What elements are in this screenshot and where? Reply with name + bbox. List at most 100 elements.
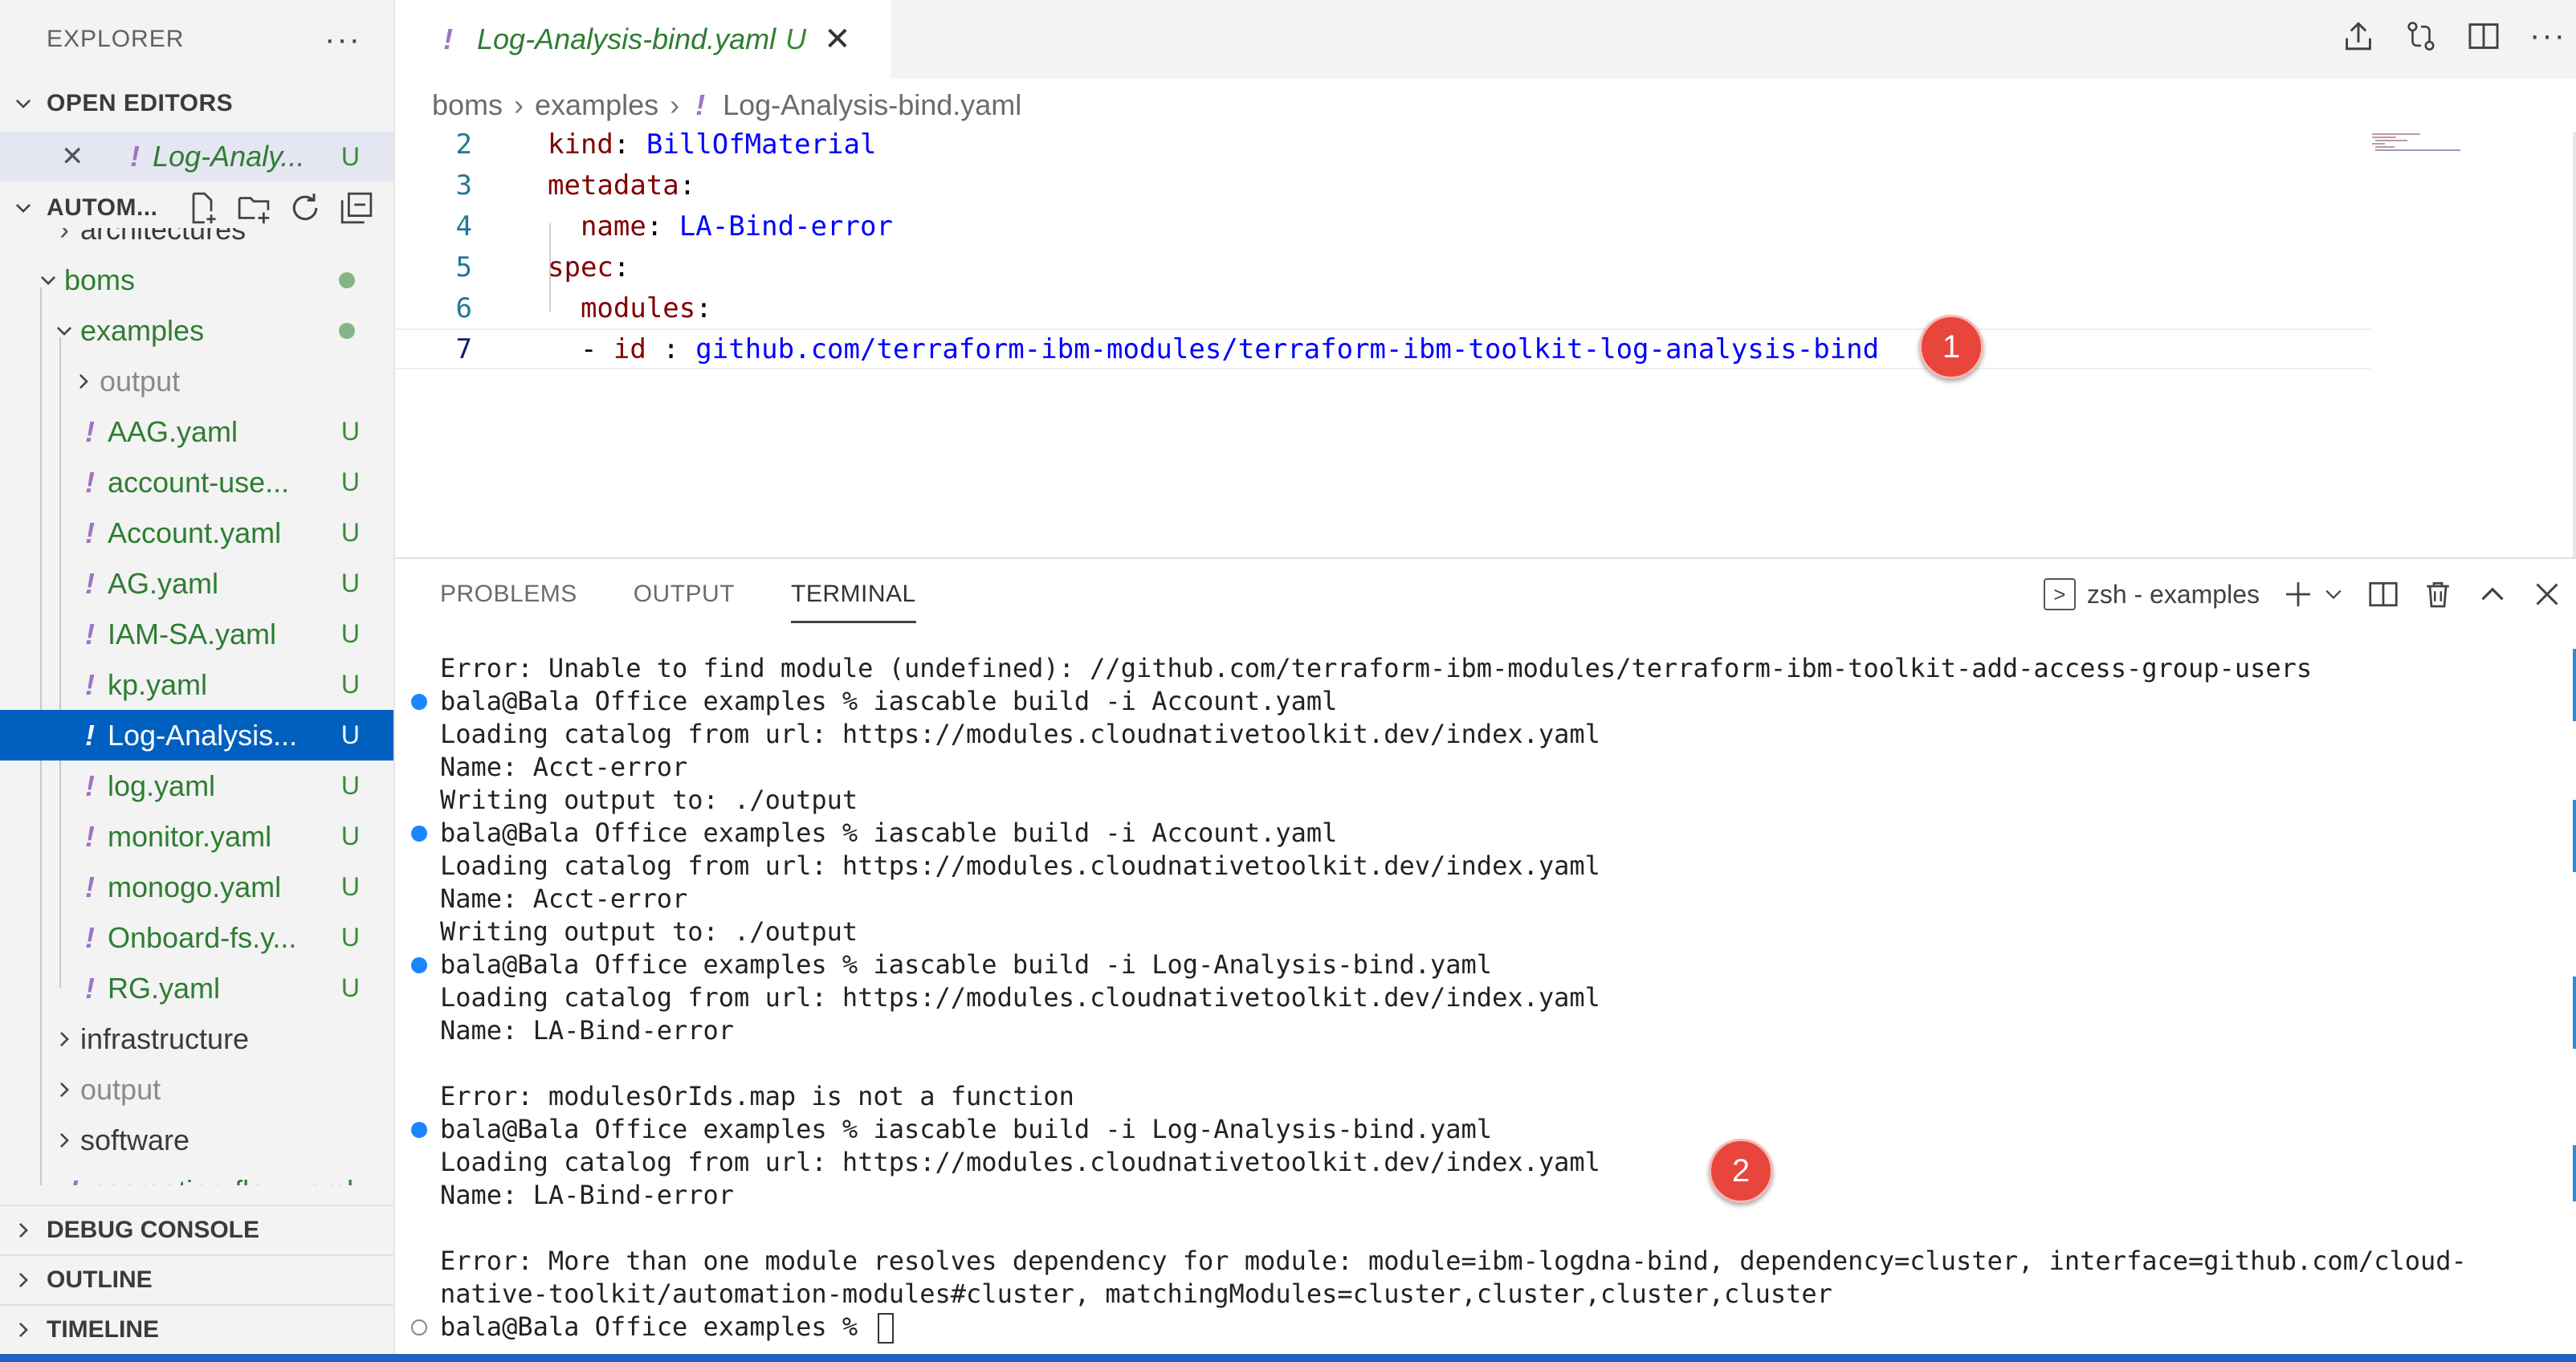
terminal-line: bala@Bala Office examples % iascable bui… bbox=[440, 1114, 1493, 1144]
tree-folder-boms[interactable]: boms bbox=[0, 255, 393, 305]
chevron-right-icon bbox=[0, 1270, 47, 1291]
terminal-output[interactable]: Error: Unable to find module (undefined)… bbox=[395, 652, 2563, 1344]
tree-file[interactable]: ! Account.yaml U bbox=[0, 508, 393, 558]
chevron-right-icon bbox=[48, 1130, 80, 1151]
tree-file[interactable]: ! monogo.yaml U bbox=[0, 862, 393, 912]
section-label: TIMELINE bbox=[47, 1316, 159, 1343]
line-number: 7 bbox=[455, 332, 472, 365]
chevron-right-icon bbox=[48, 1029, 80, 1050]
tree-folder-output[interactable]: output bbox=[0, 356, 393, 406]
tree-file[interactable]: !cecreation-flow.yaml bbox=[0, 1165, 393, 1186]
tree-file[interactable]: ! AAG.yaml U bbox=[0, 406, 393, 457]
yaml-file-icon: ! bbox=[130, 140, 140, 173]
untracked-badge: U bbox=[340, 973, 360, 1002]
split-editor-icon[interactable] bbox=[2467, 19, 2501, 53]
close-icon[interactable]: ✕ bbox=[824, 21, 851, 58]
modified-dot bbox=[339, 271, 355, 288]
yaml-key: name bbox=[580, 210, 646, 243]
open-editors-section[interactable]: OPEN EDITORS bbox=[0, 79, 393, 128]
split-terminal-icon[interactable] bbox=[2367, 578, 2399, 610]
terminal-line: Error: modulesOrIds.map is not a functio… bbox=[440, 1081, 1074, 1111]
tree-folder-examples[interactable]: examples bbox=[0, 305, 393, 356]
tree-label: monitor.yaml bbox=[108, 819, 272, 853]
chevron-right-icon bbox=[48, 1079, 80, 1100]
editor-tab-bar: ! Log-Analysis-bind.yaml U ✕ ··· bbox=[395, 0, 2576, 79]
chevron-right-icon: › bbox=[59, 228, 69, 246]
terminal-line: bala@Bala Office examples % iascable bui… bbox=[440, 818, 1338, 848]
yaml-file-icon: ! bbox=[85, 920, 95, 954]
terminal-prompt[interactable]: bala@Bala Office examples % bbox=[440, 1311, 895, 1344]
close-panel-icon[interactable] bbox=[2531, 578, 2563, 610]
debug-console-section[interactable]: DEBUG CONSOLE bbox=[0, 1205, 393, 1254]
yaml-file-icon: ! bbox=[56, 1174, 92, 1186]
untracked-badge: U bbox=[340, 670, 360, 699]
open-editor-item[interactable]: ✕ ! Log-Analy... U bbox=[0, 132, 393, 181]
current-code-line: 7 - id : github.com/terraform-ibm-module… bbox=[395, 328, 2370, 369]
tree-folder-software[interactable]: software bbox=[0, 1115, 393, 1165]
compare-changes-icon[interactable] bbox=[2404, 19, 2438, 53]
untracked-badge: U bbox=[340, 923, 360, 952]
close-icon[interactable]: ✕ bbox=[61, 141, 117, 173]
trash-icon[interactable] bbox=[2422, 578, 2454, 610]
annotation-marker-1: 1 bbox=[1919, 315, 1983, 379]
chevron-right-icon: › bbox=[670, 88, 680, 121]
collapse-all-icon[interactable] bbox=[339, 190, 374, 226]
minimap[interactable] bbox=[2372, 132, 2460, 164]
new-file-icon[interactable] bbox=[185, 190, 220, 226]
yaml-value: LA-Bind-error bbox=[679, 210, 893, 243]
modified-dot bbox=[339, 322, 355, 339]
terminal-selector[interactable]: > zsh - examples bbox=[2043, 578, 2260, 610]
untracked-badge: U bbox=[340, 518, 360, 547]
tab-problems[interactable]: PROBLEMS bbox=[440, 559, 577, 630]
code-line: 6 modules: bbox=[395, 287, 2370, 328]
explorer-more-icon[interactable]: ··· bbox=[324, 23, 361, 55]
tree-file[interactable]: ! monitor.yaml U bbox=[0, 811, 393, 862]
tree-file[interactable]: ! kp.yaml U bbox=[0, 659, 393, 710]
yaml-key: id bbox=[613, 332, 646, 365]
tree-label: software bbox=[80, 1123, 190, 1156]
tree-folder-architectures[interactable]: › architectures bbox=[0, 228, 393, 255]
editor-scrollbar[interactable] bbox=[2573, 132, 2576, 557]
terminal-line: Name: LA-Bind-error bbox=[440, 1015, 735, 1046]
tree-file[interactable]: ! AG.yaml U bbox=[0, 558, 393, 609]
tree-label: output bbox=[80, 1072, 161, 1106]
tree-file[interactable]: ! Onboard-fs.y... U bbox=[0, 912, 393, 963]
yaml-value: BillOfMaterial bbox=[646, 132, 877, 161]
tab-terminal[interactable]: TERMINAL bbox=[791, 559, 916, 630]
timeline-section[interactable]: TIMELINE bbox=[0, 1304, 393, 1354]
terminal-cursor bbox=[878, 1313, 895, 1344]
tree-file-selected[interactable]: ! Log-Analysis... U bbox=[0, 710, 393, 761]
code-line: 5 spec: bbox=[395, 247, 2370, 287]
breadcrumb: boms › examples › ! Log-Analysis-bind.ya… bbox=[395, 79, 2576, 132]
upload-icon[interactable] bbox=[2342, 19, 2375, 53]
new-terminal-icon[interactable] bbox=[2282, 578, 2314, 610]
tree-label: architectures bbox=[80, 228, 247, 246]
yaml-file-icon: ! bbox=[85, 566, 95, 600]
tree-folder-infrastructure[interactable]: infrastructure bbox=[0, 1013, 393, 1064]
breadcrumb-item[interactable]: boms bbox=[432, 88, 503, 122]
tree-label: log.yaml bbox=[108, 769, 216, 802]
breadcrumb-item[interactable]: Log-Analysis-bind.yaml bbox=[723, 88, 1021, 122]
tree-file[interactable]: ! account-use... U bbox=[0, 457, 393, 508]
tree-folder-output[interactable]: output bbox=[0, 1064, 393, 1115]
tree-label: Log-Analysis... bbox=[108, 718, 298, 752]
outline-section[interactable]: OUTLINE bbox=[0, 1254, 393, 1304]
terminal-line: Loading catalog from url: https://module… bbox=[440, 719, 1600, 749]
open-editor-name: Log-Analy... bbox=[153, 140, 305, 173]
code-editor[interactable]: 2 kind: BillOfMaterial 3 metadata: 4 nam… bbox=[395, 132, 2576, 557]
tab-output[interactable]: OUTPUT bbox=[634, 559, 735, 630]
tree-file[interactable]: ! IAM-SA.yaml U bbox=[0, 609, 393, 659]
maximize-panel-icon[interactable] bbox=[2476, 578, 2509, 610]
breadcrumb-item[interactable]: examples bbox=[535, 88, 658, 122]
chevron-down-icon[interactable] bbox=[2322, 583, 2345, 606]
tree-label: cecreation-flow.yaml bbox=[92, 1174, 353, 1186]
chevron-right-icon bbox=[67, 371, 100, 392]
tree-file[interactable]: ! RG.yaml U bbox=[0, 963, 393, 1013]
more-actions-icon[interactable]: ··· bbox=[2529, 18, 2566, 54]
panel-actions: > zsh - examples bbox=[2043, 578, 2563, 610]
new-folder-icon[interactable] bbox=[236, 190, 271, 226]
workspace-section[interactable]: AUTOM... bbox=[0, 183, 393, 233]
refresh-icon[interactable] bbox=[287, 190, 323, 226]
editor-tab[interactable]: ! Log-Analysis-bind.yaml U ✕ bbox=[395, 0, 891, 79]
tree-file[interactable]: ! log.yaml U bbox=[0, 761, 393, 811]
